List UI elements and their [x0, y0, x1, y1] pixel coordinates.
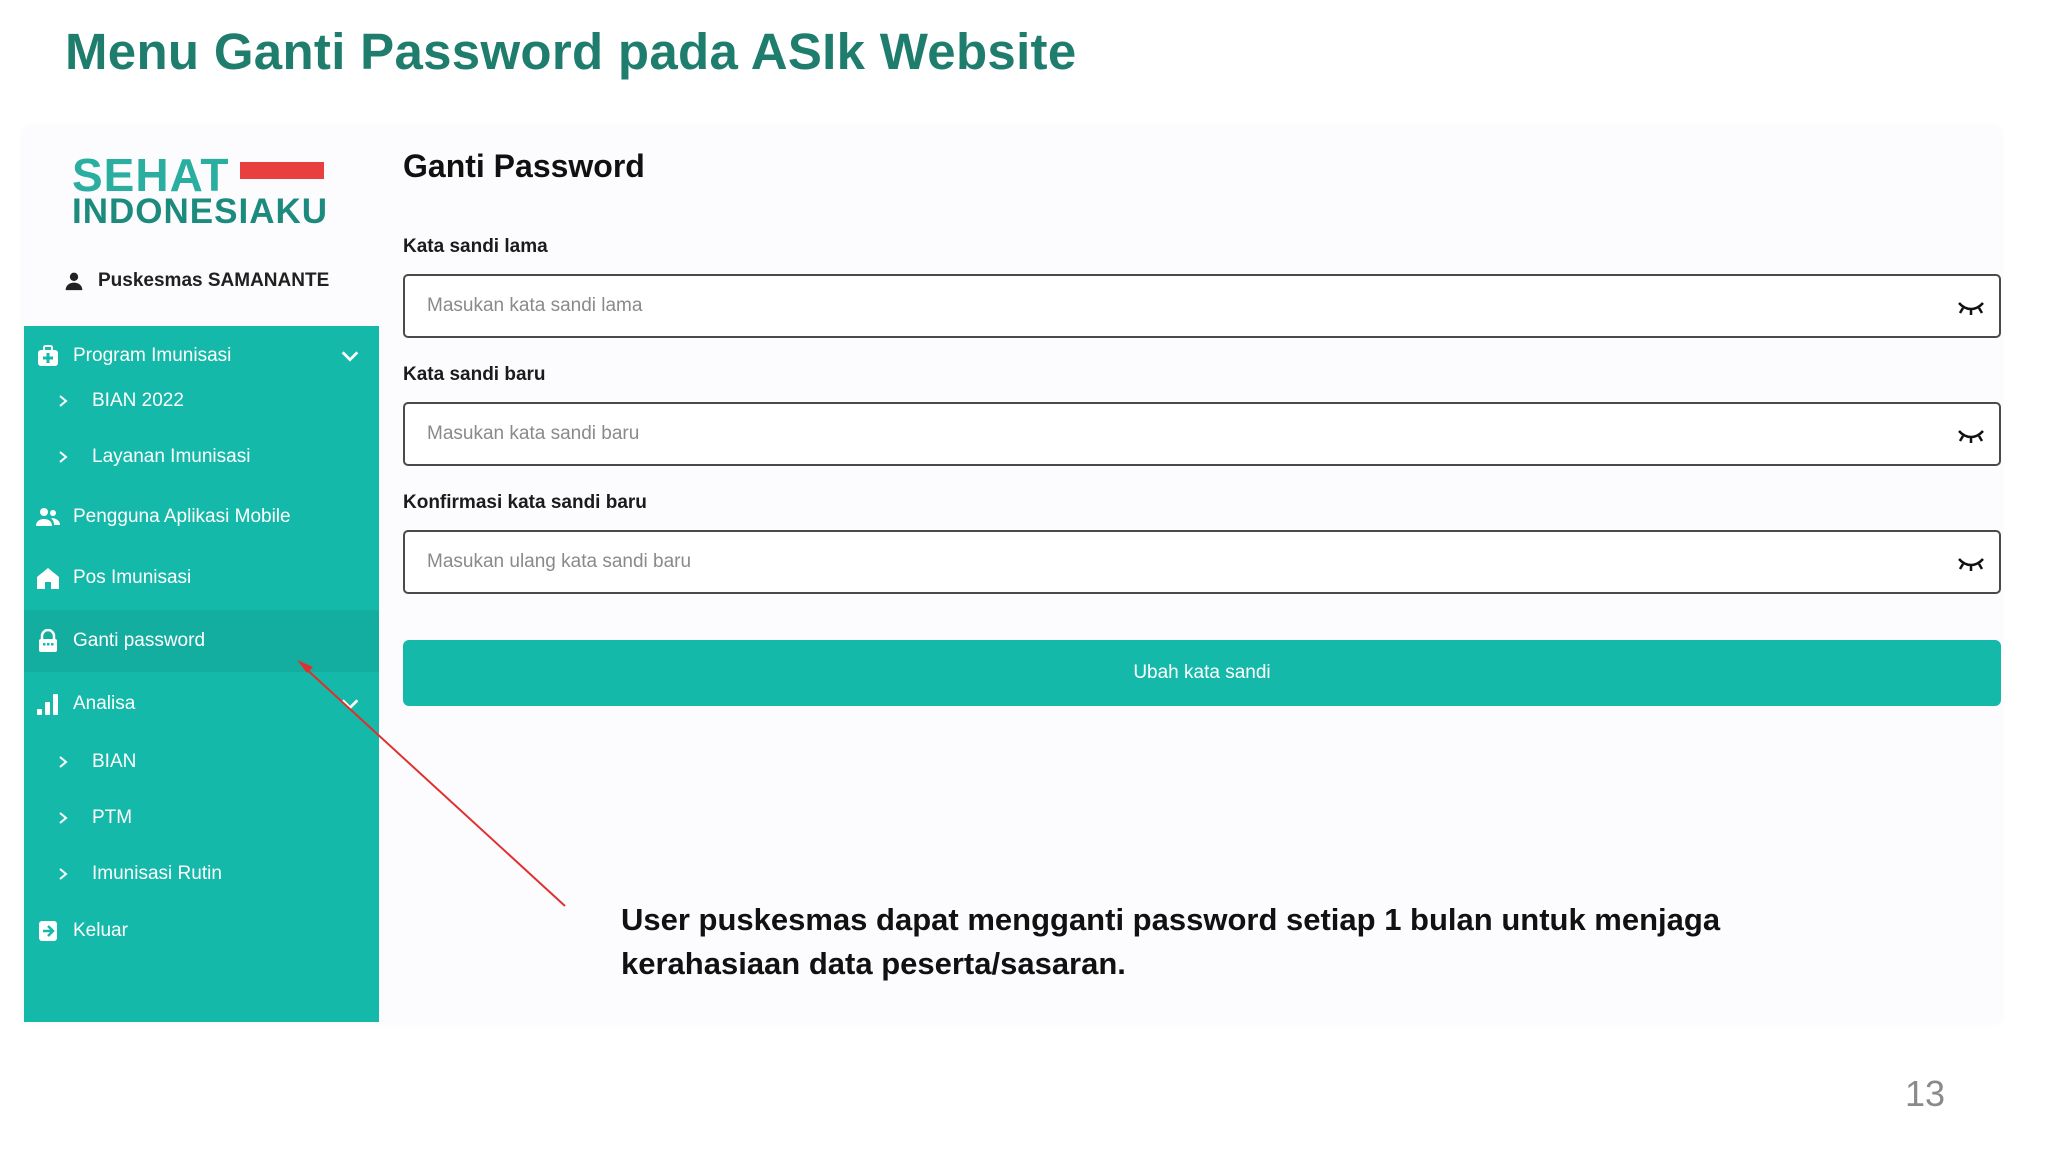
eye-closed-icon[interactable]	[1957, 554, 1985, 572]
sidebar-item-label: Keluar	[73, 920, 128, 941]
eye-closed-icon[interactable]	[1957, 426, 1985, 444]
chevron-right-icon	[59, 756, 68, 768]
users-icon	[35, 504, 61, 530]
slide-title: Menu Ganti Password pada ASIk Website	[65, 23, 1077, 80]
sidebar-item-ganti-password[interactable]: Ganti password	[24, 610, 379, 672]
first-aid-kit-icon	[35, 343, 61, 369]
annotation-note: User puskesmas dapat mengganti password …	[621, 898, 1821, 986]
confirm-password-label: Konfirmasi kata sandi baru	[403, 492, 647, 513]
sidebar-item-label: Imunisasi Rutin	[92, 863, 222, 884]
sidebar-item-keluar[interactable]: Keluar	[24, 903, 379, 959]
sidebar-item-label: Pos Imunisasi	[73, 567, 192, 588]
lock-icon	[35, 628, 61, 654]
sidebar-item-label: Pengguna Aplikasi Mobile	[73, 506, 291, 527]
sidebar-subitem-ptm[interactable]: PTM	[24, 793, 379, 843]
sidebar-item-label: PTM	[92, 807, 133, 828]
bar-chart-icon	[35, 691, 61, 717]
new-password-input[interactable]	[405, 404, 1999, 464]
old-password-field	[403, 274, 2001, 338]
sidebar-subitem-imunisasi-rutin[interactable]: Imunisasi Rutin	[24, 849, 379, 899]
sidebar-header: SEHAT INDONESIAKU Puskesmas SAMANANTE	[24, 128, 379, 326]
sidebar-item-label: BIAN	[92, 751, 137, 772]
sidebar-item-label: Ganti password	[73, 630, 206, 651]
eye-closed-icon[interactable]	[1957, 298, 1985, 316]
sidebar-item-label: BIAN 2022	[92, 390, 184, 411]
page-number: 13	[1905, 1073, 1946, 1114]
change-password-button[interactable]: Ubah kata sandi	[403, 640, 2001, 706]
sidebar-subitem-bian[interactable]: BIAN	[24, 737, 379, 787]
confirm-password-field	[403, 530, 2001, 594]
sidebar-subitem-bian-2022[interactable]: BIAN 2022	[24, 376, 379, 426]
sidebar-item-pengguna-aplikasi-mobile[interactable]: Pengguna Aplikasi Mobile	[24, 489, 379, 545]
new-password-field	[403, 402, 2001, 466]
sidebar-subitem-layanan-imunisasi[interactable]: Layanan Imunisasi	[24, 432, 379, 482]
annotation-note-line2: kerahasiaan data peserta/sasaran.	[621, 946, 1126, 981]
logo-text-indonesiaku: INDONESIAKU	[72, 192, 329, 231]
sidebar-item-label: Program Imunisasi	[73, 345, 232, 366]
chevron-down-icon[interactable]	[339, 693, 361, 715]
user-name: Puskesmas SAMANANTE	[98, 270, 330, 291]
home-icon	[35, 565, 61, 591]
chevron-right-icon	[59, 451, 68, 463]
old-password-label: Kata sandi lama	[403, 236, 548, 257]
person-icon	[65, 272, 83, 291]
chevron-right-icon	[59, 812, 68, 824]
app-screenshot: SEHAT INDONESIAKU Puskesmas SAMANANTE Pr…	[24, 128, 2001, 1022]
confirm-password-input[interactable]	[405, 532, 1999, 592]
annotation-note-line1: User puskesmas dapat mengganti password …	[621, 902, 1721, 937]
new-password-label: Kata sandi baru	[403, 364, 546, 385]
sidebar-item-label: Layanan Imunisasi	[92, 446, 251, 467]
chevron-right-icon	[59, 395, 68, 407]
page-heading: Ganti Password	[403, 148, 645, 184]
chevron-down-icon[interactable]	[339, 345, 361, 367]
sidebar-item-label: Analisa	[73, 693, 136, 714]
sidebar-item-pos-imunisasi[interactable]: Pos Imunisasi	[24, 550, 379, 606]
chevron-right-icon	[59, 868, 68, 880]
sehat-indonesiaku-logo: SEHAT INDONESIAKU	[72, 148, 332, 238]
user-profile: Puskesmas SAMANANTE	[64, 270, 329, 292]
old-password-input[interactable]	[405, 276, 1999, 336]
logo-red-bar	[240, 162, 324, 179]
sidebar-item-analisa[interactable]: Analisa	[24, 676, 379, 732]
logout-icon	[35, 918, 61, 944]
sidebar-nav: Program Imunisasi BIAN 2022 Layanan Imun…	[24, 326, 379, 1022]
main-content: Ganti Password Kata sandi lama Kata sand…	[379, 128, 2001, 1022]
